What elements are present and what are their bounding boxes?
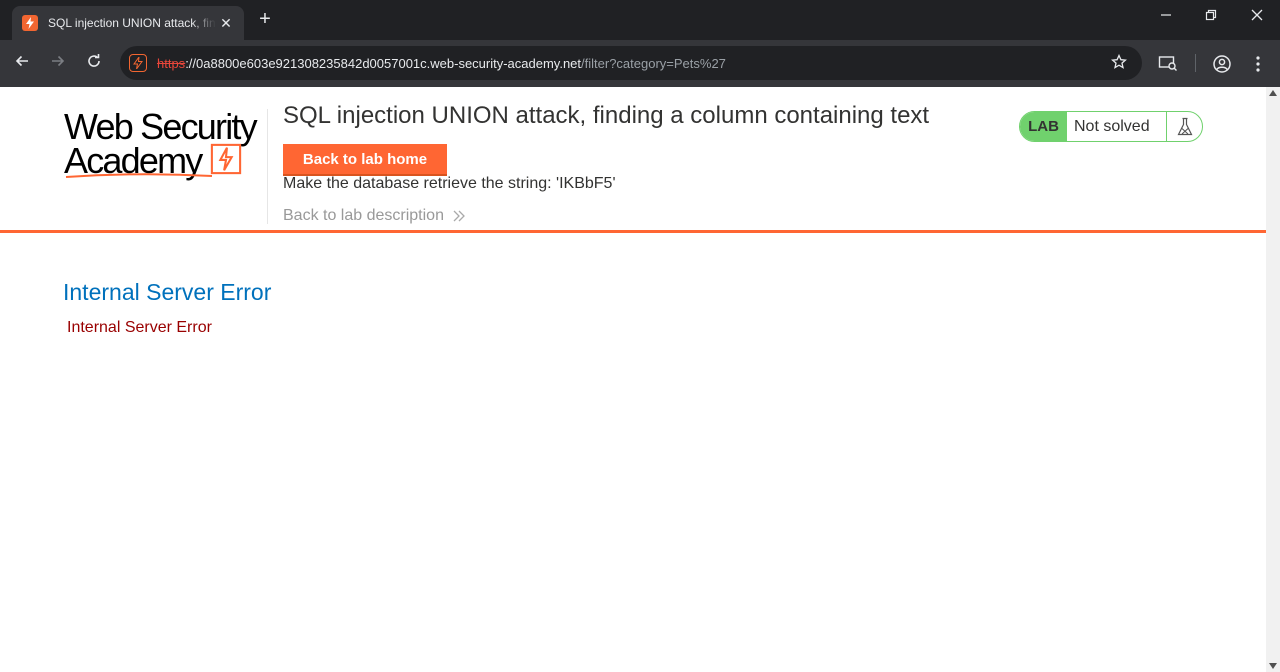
profile-icon[interactable]	[1212, 54, 1232, 74]
scroll-down-icon[interactable]	[1269, 663, 1277, 669]
menu-icon[interactable]	[1248, 54, 1268, 74]
scroll-up-icon[interactable]	[1269, 90, 1277, 96]
minimize-icon[interactable]	[1154, 8, 1178, 24]
lab-status-text: Not solved	[1074, 117, 1150, 135]
logo-lightning-icon	[210, 143, 242, 175]
back-to-lab-description-link[interactable]: Back to lab description	[283, 207, 466, 225]
close-icon[interactable]	[1245, 8, 1269, 24]
browser-tab[interactable]: SQL injection UNION attack, finding a co…	[12, 6, 244, 40]
error-title: Internal Server Error	[63, 279, 272, 305]
header-divider	[267, 109, 268, 224]
lab-badge: LAB	[1020, 112, 1067, 141]
restore-icon[interactable]	[1199, 8, 1223, 24]
lab-title: SQL injection UNION attack, finding a co…	[283, 102, 930, 129]
new-tab-button[interactable]: +	[254, 8, 276, 30]
back-arrow-icon[interactable]	[11, 53, 33, 75]
vertical-scrollbar[interactable]	[1266, 87, 1280, 672]
page-content: Web Security Academy SQL injection UNION…	[0, 87, 1266, 672]
browser-toolbar: https://0a8800e603e921308235842d0057001c…	[0, 40, 1280, 87]
reload-icon[interactable]	[83, 53, 105, 75]
browser-titlebar: SQL injection UNION attack, finding a co…	[0, 0, 1280, 40]
double-chevron-right-icon	[453, 210, 465, 222]
toolbar-separator	[1195, 54, 1196, 72]
url-host: ://0a8800e603e921308235842d0057001c.web-…	[185, 55, 582, 71]
tab-title: SQL injection UNION attack, finding a co…	[48, 16, 216, 30]
star-icon[interactable]	[1110, 53, 1128, 72]
forward-arrow-icon[interactable]	[47, 53, 69, 75]
url-path: /filter?category=Pets%27	[581, 55, 726, 71]
flask-icon	[1166, 112, 1202, 141]
lightning-favicon-icon	[22, 15, 38, 31]
back-to-lab-description-label: Back to lab description	[283, 207, 444, 224]
error-message: Internal Server Error	[67, 319, 212, 336]
back-to-lab-home-button[interactable]: Back to lab home	[283, 144, 447, 176]
address-bar[interactable]: https://0a8800e603e921308235842d0057001c…	[120, 46, 1142, 80]
logo-underline	[65, 173, 213, 178]
cast-search-icon[interactable]	[1158, 54, 1178, 74]
url-scheme: https	[157, 55, 186, 71]
lab-status-widget: LAB Not solved	[1019, 111, 1203, 142]
url-text[interactable]: https://0a8800e603e921308235842d0057001c…	[157, 56, 726, 71]
header-orange-rule	[0, 230, 1266, 233]
tab-close-icon[interactable]: ✕	[218, 15, 234, 32]
lab-objective: Make the database retrieve the string: '…	[283, 175, 616, 192]
web-security-academy-logo[interactable]: Web Security Academy	[64, 107, 264, 182]
site-info-icon[interactable]	[129, 54, 147, 72]
